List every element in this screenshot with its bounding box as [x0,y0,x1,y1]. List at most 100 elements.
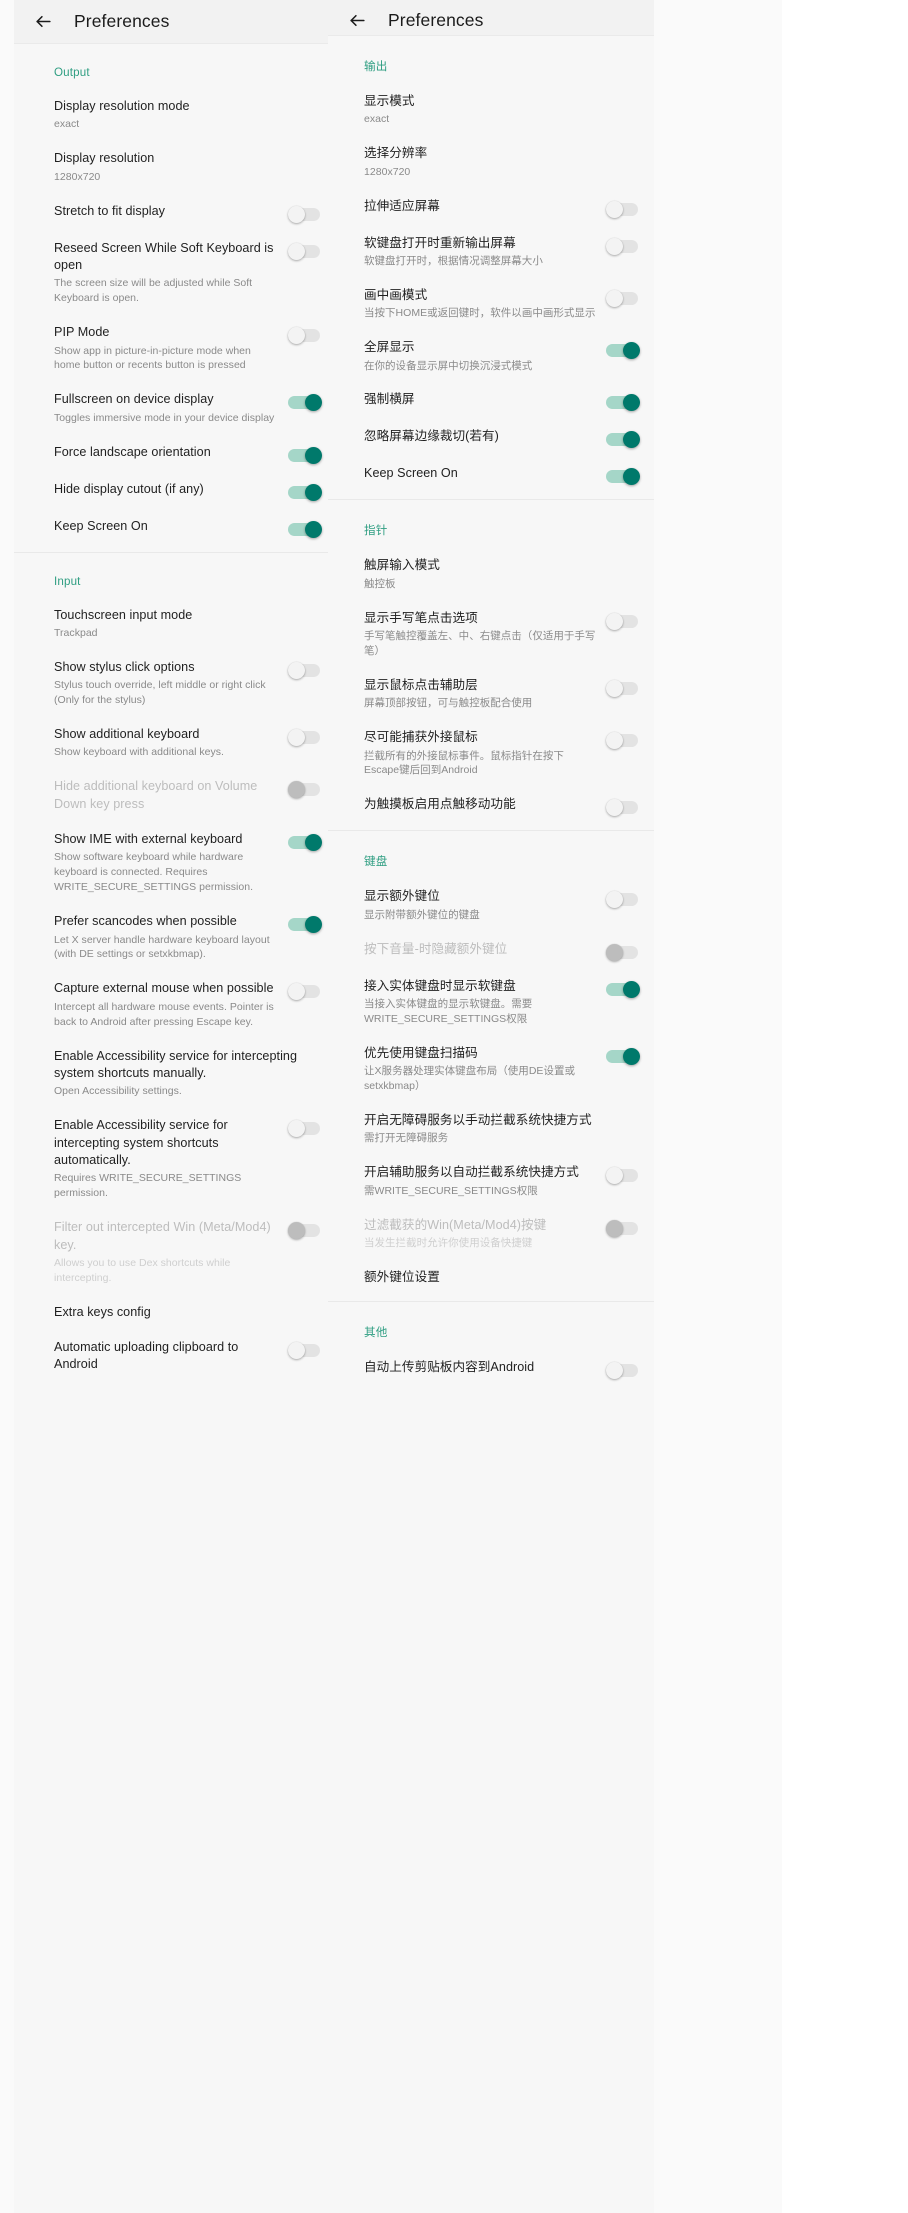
setting-row-item[interactable]: 额外键位设置 [328,1260,654,1295]
setting-row-item[interactable]: 按下音量-时隐藏额外键位 [328,932,654,969]
setting-summary: 拦截所有的外接鼠标事件。鼠标指针在按下Escape键后回到Android [364,749,564,777]
setting-row-enable-accessibility-service-for-intercepting-sy[interactable]: Enable Accessibility service for interce… [14,1108,340,1210]
toggle-switch-filter-out-intercepted-win-meta-mod4-key[interactable] [288,1222,322,1240]
setting-row-item[interactable]: 软键盘打开时重新输出屏幕 软键盘打开时，根据情况调整屏幕大小 [328,226,654,278]
setting-row-display-resolution[interactable]: Display resolution 1280x720 [14,141,340,193]
toggle-switch-item[interactable] [606,732,640,750]
setting-row-hide-display-cutout-if-any[interactable]: Hide display cutout (if any) [14,472,340,509]
toggle-switch-item[interactable] [606,342,640,360]
setting-row-keep-screen-on[interactable]: Keep Screen On [14,509,340,546]
setting-row-show-ime-with-external-keyboard[interactable]: Show IME with external keyboard Show soft… [14,822,340,904]
toggle-switch-prefer-scancodes-when-possible[interactable] [288,916,322,934]
toggle-switch-item[interactable] [606,431,640,449]
setting-row-prefer-scancodes-when-possible[interactable]: Prefer scancodes when possible Let X serv… [14,904,340,971]
setting-row-force-landscape-orientation[interactable]: Force landscape orientation [14,435,340,472]
setting-title: 开启辅助服务以自动拦截系统快捷方式 [364,1165,579,1180]
toggle-switch-show-ime-with-external-keyboard[interactable] [288,834,322,852]
toggle-switch-force-landscape-orientation[interactable] [288,446,322,464]
toggle-switch-hide-additional-keyboard-on-volume-down-key-pres[interactable] [288,781,322,799]
setting-title: Display resolution [54,151,155,166]
setting-row-text: Show IME with external keyboard Show soft… [54,831,288,895]
toggle-switch-win-meta-mod4[interactable] [606,1219,640,1237]
switch-knob [288,242,305,260]
toggle-switch-stretch-to-fit-display[interactable] [288,205,322,223]
setting-row-item[interactable]: 忽略屏幕边缘裁切(若有) [328,419,654,456]
setting-row-item[interactable]: 开启辅助服务以自动拦截系统快捷方式 需WRITE_SECURE_SETTINGS权… [328,1155,654,1207]
settings-section: 键盘 显示额外键位 显示附带额外键位的键盘 按下音量-时隐藏额外键位 接入实体键盘时显示… [328,831,654,1303]
setting-row-item[interactable]: 为触摸板启用点触移动功能 [328,787,654,824]
setting-row-item[interactable]: 显示额外键位 显示附带额外键位的键盘 [328,879,654,931]
toggle-switch-item[interactable] [606,980,640,998]
setting-row-item[interactable]: 拉伸适应屏幕 [328,189,654,226]
setting-row-hide-additional-keyboard-on-volume-down-key-pres[interactable]: Hide additional keyboard on Volume Down … [14,769,340,822]
setting-row-stretch-to-fit-display[interactable]: Stretch to fit display [14,194,340,231]
setting-row-item[interactable]: 开启无障碍服务以手动拦截系统快捷方式 需打开无障碍服务 [328,1103,654,1155]
setting-row-automatic-uploading-clipboard-to-android[interactable]: Automatic uploading clipboard to Android [14,1330,340,1383]
page-title: Preferences [74,11,170,31]
toggle-switch-item[interactable] [606,200,640,218]
arrow-left-icon[interactable] [346,9,368,31]
toggle-switch-item[interactable] [606,799,640,817]
toggle-switch-keep-screen-on[interactable] [606,468,640,486]
toggle-switch-item[interactable] [606,612,640,630]
setting-row-text: 选择分辨率 1280x720 [364,145,640,179]
toggle-switch-item[interactable] [606,289,640,307]
setting-row-item[interactable]: 全屏显示 在你的设备显示屏中切换沉浸式模式 [328,330,654,382]
toggle-switch-item[interactable] [606,394,640,412]
toggle-switch-item[interactable] [606,943,640,961]
arrow-left-icon[interactable] [32,11,54,33]
toggle-switch-fullscreen-on-device-display[interactable] [288,394,322,412]
setting-row-display-resolution-mode[interactable]: Display resolution mode exact [14,89,340,141]
setting-row-show-additional-keyboard[interactable]: Show additional keyboard Show keyboard wi… [14,717,340,769]
setting-row-show-stylus-click-options[interactable]: Show stylus click options Stylus touch ov… [14,650,340,717]
setting-row-item[interactable]: 尽可能捕获外接鼠标 拦截所有的外接鼠标事件。鼠标指针在按下Escape键后回到An… [328,720,654,787]
setting-row-item[interactable]: 画中画模式 当按下HOME或返回键时，软件以画中画形式显示 [328,278,654,330]
switch-knob [606,679,623,697]
toggle-switch-android[interactable] [606,1362,640,1380]
setting-row-text: Extra keys config [54,1304,322,1321]
toggle-switch-enable-accessibility-service-for-intercepting-sy[interactable] [288,1120,322,1138]
toggle-switch-pip-mode[interactable] [288,327,322,345]
setting-row-item[interactable]: 显示鼠标点击辅助层 屏幕顶部按钮，可与触控板配合使用 [328,668,654,720]
setting-row-fullscreen-on-device-display[interactable]: Fullscreen on device display Toggles imme… [14,382,340,434]
setting-row-keep-screen-on[interactable]: Keep Screen On [328,456,654,493]
setting-row-pip-mode[interactable]: PIP Mode Show app in picture-in-picture m… [14,315,340,382]
setting-title: 按下音量-时隐藏额外键位 [364,941,508,956]
toggle-switch-hide-display-cutout-if-any[interactable] [288,483,322,501]
setting-title: Fullscreen on device display [54,392,214,407]
setting-row-touchscreen-input-mode[interactable]: Touchscreen input mode Trackpad [14,598,340,650]
setting-row-item[interactable]: 接入实体键盘时显示软键盘 当接入实体键盘的显示软键盘。需要WRITE_SECURE… [328,969,654,1036]
toggle-switch-keep-screen-on[interactable] [288,520,322,538]
switch-knob [623,431,640,449]
toggle-switch-item[interactable] [606,1047,640,1065]
setting-summary: Requires WRITE_SECURE_SETTINGS permissio… [54,1172,242,1200]
setting-row-item[interactable]: 触屏输入模式 触控板 [328,548,654,600]
setting-row-win-meta-mod4[interactable]: 过滤截获的Win(Meta/Mod4)按键 当发生拦截时允许你使用设备快捷键 [328,1208,654,1260]
setting-row-enable-accessibility-service-for-intercepting-sy[interactable]: Enable Accessibility service for interce… [14,1039,340,1109]
setting-row-text: 显示鼠标点击辅助层 屏幕顶部按钮，可与触控板配合使用 [364,677,606,711]
setting-row-filter-out-intercepted-win-meta-mod4-key[interactable]: Filter out intercepted Win (Meta/Mod4) k… [14,1210,340,1295]
toggle-switch-show-additional-keyboard[interactable] [288,729,322,747]
toggle-switch-reseed-screen-while-soft-keyboard-is-open[interactable] [288,242,322,260]
switch-knob [623,342,640,360]
setting-row-item[interactable]: 强制横屏 [328,382,654,419]
setting-summary: Trackpad [54,626,98,639]
toggle-switch-capture-external-mouse-when-possible[interactable] [288,983,322,1001]
setting-row-extra-keys-config[interactable]: Extra keys config [14,1295,340,1330]
toggle-switch-item[interactable] [606,891,640,909]
setting-row-item[interactable]: 优先使用键盘扫描码 让X服务器处理实体键盘布局（使用DE设置或setxkbmap） [328,1036,654,1103]
setting-row-android[interactable]: 自动上传剪贴板内容到Android [328,1350,654,1387]
toggle-switch-automatic-uploading-clipboard-to-android[interactable] [288,1342,322,1360]
setting-row-item[interactable]: 显示模式 exact [328,84,654,136]
setting-row-item[interactable]: 显示手写笔点击选项 手写笔触控覆盖左、中、右键点击（仅适用于手写笔） [328,601,654,668]
toggle-switch-item[interactable] [606,679,640,697]
toggle-switch-item[interactable] [606,237,640,255]
setting-summary: 手写笔触控覆盖左、中、右键点击（仅适用于手写笔） [364,630,596,657]
setting-row-capture-external-mouse-when-possible[interactable]: Capture external mouse when possible Inte… [14,971,340,1038]
setting-row-item[interactable]: 选择分辨率 1280x720 [328,136,654,188]
setting-row-reseed-screen-while-soft-keyboard-is-open[interactable]: Reseed Screen While Soft Keyboard is ope… [14,231,340,316]
toggle-switch-show-stylus-click-options[interactable] [288,661,322,679]
setting-summary: 当按下HOME或返回键时，软件以画中画形式显示 [364,307,596,320]
setting-title: 软键盘打开时重新输出屏幕 [364,235,516,250]
toggle-switch-item[interactable] [606,1167,640,1185]
